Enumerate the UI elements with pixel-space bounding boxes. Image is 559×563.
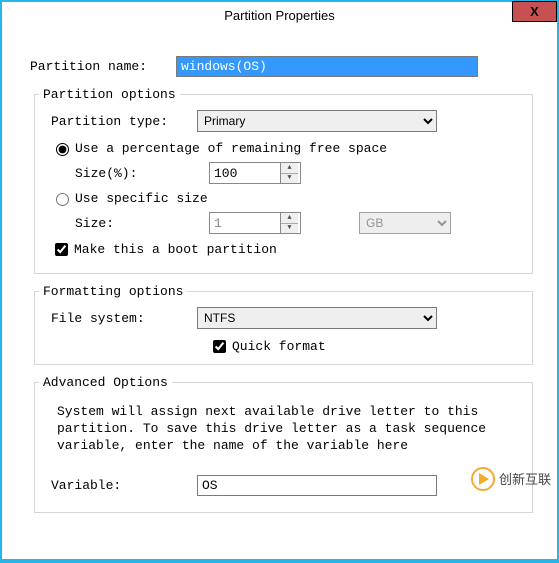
formatting-options-legend: Formatting options bbox=[39, 284, 187, 299]
partition-name-input[interactable] bbox=[176, 56, 478, 77]
watermark: 创新互联 bbox=[471, 467, 551, 491]
close-button[interactable]: X bbox=[512, 1, 557, 22]
use-specific-label: Use specific size bbox=[75, 191, 208, 206]
use-percentage-radio[interactable] bbox=[56, 143, 69, 156]
advanced-description: System will assign next available drive … bbox=[39, 398, 528, 459]
file-system-label: File system: bbox=[39, 311, 197, 326]
use-percentage-label: Use a percentage of remaining free space bbox=[75, 141, 387, 156]
advanced-options-legend: Advanced Options bbox=[39, 375, 172, 390]
size-percent-input[interactable] bbox=[210, 163, 280, 183]
spin-down-icon[interactable]: ▼ bbox=[281, 174, 298, 184]
spin-down-icon: ▼ bbox=[281, 224, 298, 234]
size-specific-label: Size: bbox=[39, 216, 209, 231]
quick-format-label: Quick format bbox=[232, 339, 326, 354]
advanced-options-group: Advanced Options System will assign next… bbox=[34, 375, 533, 513]
dialog-title: Partition Properties bbox=[2, 8, 557, 23]
spin-up-icon[interactable]: ▲ bbox=[281, 163, 298, 174]
use-specific-radio[interactable] bbox=[56, 193, 69, 206]
variable-label: Variable: bbox=[39, 478, 197, 493]
dialog-window: Partition Properties X Partition name: P… bbox=[2, 2, 557, 559]
watermark-text: 创新互联 bbox=[499, 469, 551, 488]
size-percent-spinner[interactable]: ▲ ▼ bbox=[209, 162, 301, 184]
file-system-select[interactable]: NTFS bbox=[197, 307, 437, 329]
size-specific-input bbox=[210, 213, 280, 233]
watermark-icon bbox=[471, 467, 495, 491]
variable-input[interactable] bbox=[197, 475, 437, 496]
close-icon: X bbox=[530, 4, 539, 19]
partition-options-group: Partition options Partition type: Primar… bbox=[34, 87, 533, 274]
spinner-buttons[interactable]: ▲ ▼ bbox=[280, 163, 298, 183]
size-specific-spinner: ▲ ▼ bbox=[209, 212, 301, 234]
quick-format-checkbox[interactable] bbox=[213, 340, 226, 353]
boot-partition-checkbox[interactable] bbox=[55, 243, 68, 256]
titlebar: Partition Properties X bbox=[2, 2, 557, 28]
partition-type-label: Partition type: bbox=[39, 114, 197, 129]
partition-options-legend: Partition options bbox=[39, 87, 180, 102]
partition-name-label: Partition name: bbox=[6, 59, 176, 74]
partition-type-select[interactable]: Primary bbox=[197, 110, 437, 132]
formatting-options-group: Formatting options File system: NTFS Qui… bbox=[34, 284, 533, 365]
spin-up-icon: ▲ bbox=[281, 213, 298, 224]
boot-partition-label: Make this a boot partition bbox=[74, 242, 277, 257]
size-percent-label: Size(%): bbox=[39, 166, 209, 181]
size-unit-select: GB bbox=[359, 212, 451, 234]
dialog-content: Partition name: Partition options Partit… bbox=[2, 28, 557, 513]
spinner-buttons-disabled: ▲ ▼ bbox=[280, 213, 298, 233]
